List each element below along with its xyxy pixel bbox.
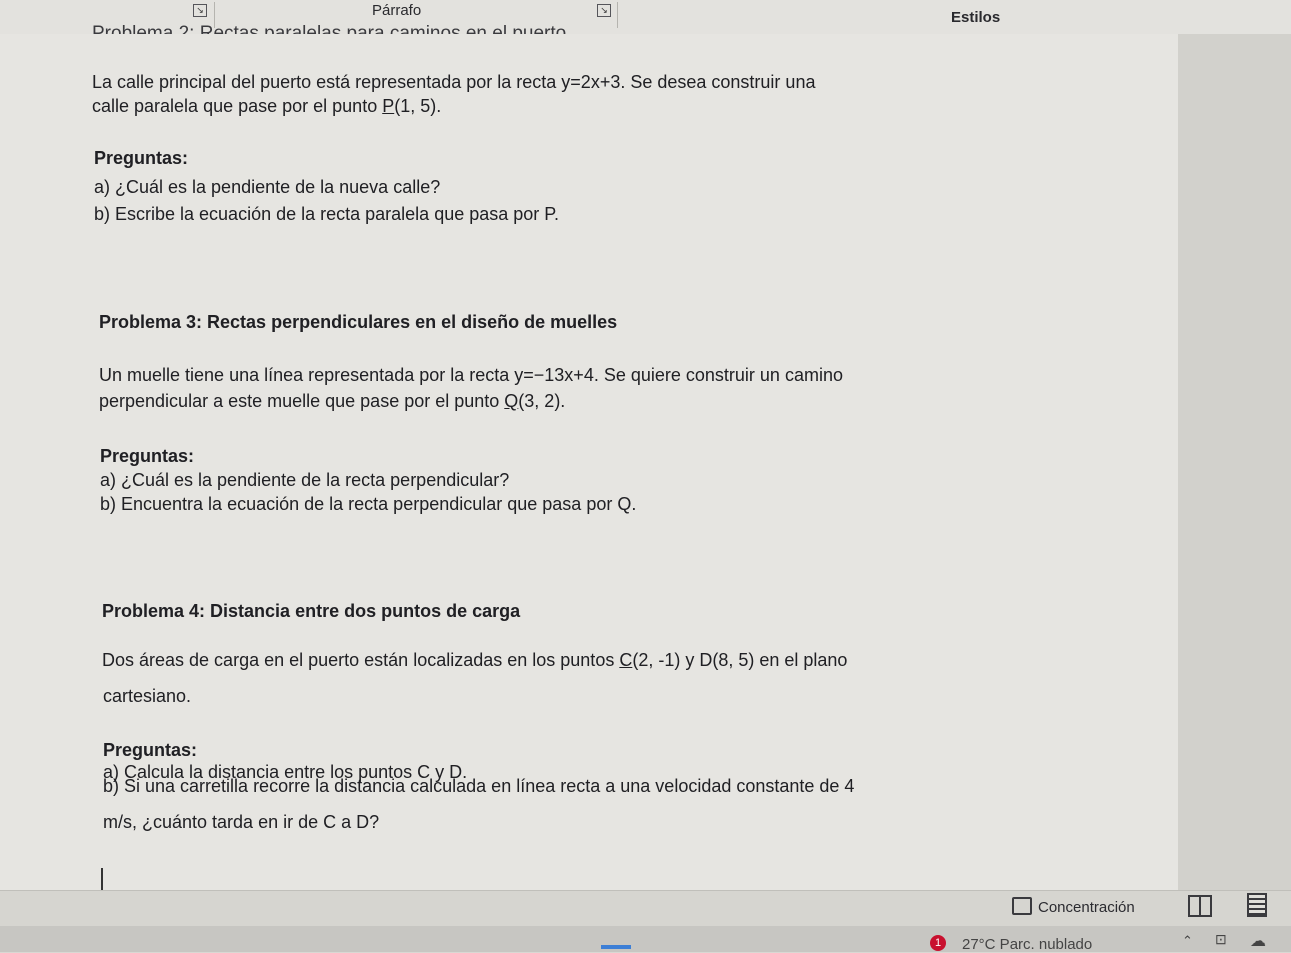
p2-questions-label: Preguntas: — [94, 148, 189, 168]
p4-point-c-letter: C — [619, 650, 633, 670]
paragraph-group-label: Párrafo — [372, 2, 422, 19]
weather-widget[interactable]: 27°C Parc. nublado — [962, 936, 1092, 953]
p4-point-c-coords: (2, -1) y D(8, 5) en el plano — [632, 650, 848, 670]
p4-questions-label: Preguntas: — [103, 740, 198, 760]
p2-question-b: b) Escribe la ecuación de la recta paral… — [94, 204, 559, 224]
cut-heading: Problema 2: Rectas paralelas para camino… — [92, 23, 567, 34]
print-layout-icon[interactable] — [1247, 893, 1267, 917]
p3-equation: y=−13x+4 — [514, 365, 594, 385]
p3-point-coords: (3, 2). — [518, 391, 566, 411]
p3-intro-line-1: Un muelle tiene una línea representada p… — [99, 365, 843, 386]
p2-point-coords: (1, 5). — [394, 96, 442, 116]
p2-question-a: a) ¿Cuál es la pendiente de la nueva cal… — [94, 177, 441, 197]
dialog-launcher-icon[interactable]: ↘ — [193, 4, 207, 17]
taskbar-active-app-indicator — [601, 945, 631, 949]
ribbon-separator — [617, 2, 618, 28]
focus-icon — [1012, 897, 1032, 915]
p2-intro-line-1: La calle principal del puerto está repre… — [92, 72, 815, 93]
p3-intro-text: Un muelle tiene una línea representada p… — [99, 365, 515, 385]
p3-intro-text-end: . Se quiere construir un camino — [593, 365, 843, 385]
p2-equation: y=2x+3 — [561, 72, 621, 92]
chevron-up-icon[interactable]: ⌃ — [1182, 933, 1193, 949]
p4-intro-text: Dos áreas de carga en el puerto están lo… — [102, 650, 620, 670]
p4-heading: Problema 4: Distancia entre dos puntos d… — [102, 601, 521, 621]
paragraph-dialog-launcher-icon[interactable]: ↘ — [597, 4, 611, 17]
p2-point-letter: P — [382, 96, 395, 116]
p2-intro-text-end: . Se desea construir una — [620, 72, 816, 92]
p3-question-b: b) Encuentra la ecuación de la recta per… — [100, 494, 637, 514]
read-mode-divider — [1199, 897, 1201, 915]
notification-badge[interactable]: 1 — [930, 935, 946, 951]
p2-intro-text-2: calle paralela que pase por el punto — [92, 96, 383, 116]
network-icon[interactable]: ⊡ — [1215, 931, 1227, 948]
read-mode-icon[interactable] — [1188, 895, 1212, 917]
notification-count: 1 — [934, 937, 942, 949]
p4-intro-line-2: cartesiano. — [103, 686, 192, 706]
p2-intro-text: La calle principal del puerto está repre… — [92, 72, 562, 92]
cloud-icon[interactable]: ☁ — [1250, 931, 1266, 951]
p3-point-letter: Q — [504, 391, 519, 411]
p2-intro-line-2: calle paralela que pase por el punto P(1… — [92, 96, 441, 117]
styles-group-label: Estilos — [951, 9, 1001, 26]
taskbar: 1 27°C Parc. nublado ⌃ ⊡ ☁ — [0, 926, 1291, 953]
p3-intro-line-2: perpendicular a este muelle que pase por… — [99, 391, 565, 412]
p3-question-a: a) ¿Cuál es la pendiente de la recta per… — [100, 470, 510, 490]
p4-question-b-line-2: m/s, ¿cuánto tarda en ir de C a D? — [103, 812, 380, 832]
status-bar: Concentración — [0, 890, 1291, 927]
text-cursor — [101, 868, 103, 890]
focus-label: Concentración — [1038, 899, 1135, 916]
focus-mode-button[interactable]: Concentración — [1012, 897, 1135, 916]
p3-questions-label: Preguntas: — [100, 446, 195, 466]
p3-intro-text-2: perpendicular a este muelle que pase por… — [99, 391, 505, 411]
p4-intro-line-1: Dos áreas de carga en el puerto están lo… — [102, 650, 847, 671]
p4-question-b-line-1: b) Si una carretilla recorre la distanci… — [103, 776, 855, 796]
workspace-margin — [1178, 34, 1291, 890]
p3-heading: Problema 3: Rectas perpendiculares en el… — [99, 312, 618, 332]
